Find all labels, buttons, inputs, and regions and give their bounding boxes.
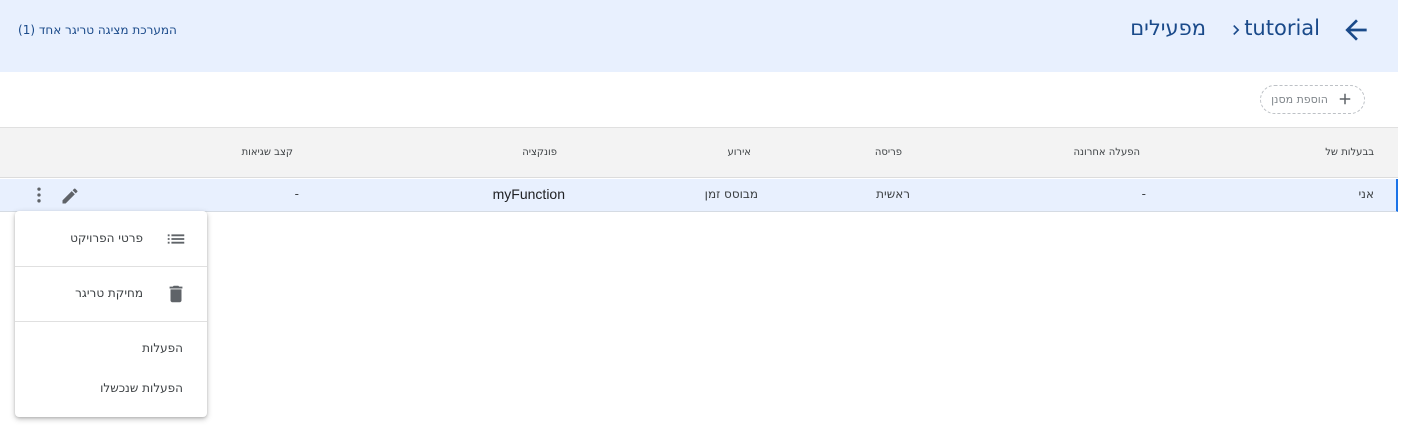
trash-icon [169, 285, 183, 303]
menu-item-label: הפעלות שנכשלו [100, 381, 183, 395]
add-filter-button[interactable]: הוספת מסנן [1260, 85, 1365, 114]
menu-item-label: מחיקת טריגר [75, 286, 143, 300]
trigger-count-status: המערכת מציגה טריגר אחד (1) [18, 23, 177, 37]
cell-error-rate: - [294, 187, 299, 201]
row-actions-menu: פרטי הפרויקט מחיקת טריגר הפעלות הפעלות ש… [15, 211, 207, 417]
menu-item-project-details[interactable]: פרטי הפרויקט [15, 219, 207, 259]
menu-item-label: פרטי הפרויקט [70, 231, 143, 245]
column-header-deployment[interactable]: פריסה [875, 147, 902, 158]
column-header-error-rate[interactable]: קצב שגיאות [242, 147, 293, 158]
table-header: בבעלות של הפעלה אחרונה פריסה אירוע פונקצ… [0, 127, 1398, 178]
menu-item-executions[interactable]: הפעלות [15, 329, 207, 369]
cell-event: מבוסס זמן [704, 187, 758, 201]
table-row[interactable]: אני - ראשית מבוסס זמן myFunction - [0, 179, 1398, 212]
header-bar: tutorial מפעילים המערכת מציגה טריגר אחד … [0, 0, 1398, 72]
menu-divider [15, 321, 207, 322]
chevron-right-icon [1233, 25, 1240, 35]
cell-last-run: - [1141, 187, 1146, 201]
menu-divider [15, 266, 207, 267]
pencil-icon[interactable] [60, 186, 80, 206]
menu-item-delete-trigger[interactable]: מחיקת טריגר [15, 274, 207, 314]
arrow-back-icon[interactable] [1340, 14, 1372, 46]
column-header-event[interactable]: אירוע [727, 147, 751, 158]
menu-item-label: הפעלות [142, 341, 183, 355]
plus-icon [1339, 93, 1351, 105]
cell-deployment: ראשית [876, 187, 910, 201]
add-filter-label: הוספת מסנן [1271, 93, 1328, 106]
column-header-owner[interactable]: בבעלות של [1325, 147, 1374, 158]
page-title: מפעילים [1130, 16, 1206, 40]
list-icon [167, 234, 185, 244]
column-header-last-run[interactable]: הפעלה אחרונה [1073, 147, 1140, 158]
column-header-function[interactable]: פונקציה [522, 147, 557, 158]
cell-owner: אני [1358, 187, 1374, 201]
more-vert-icon[interactable] [29, 185, 49, 205]
cell-function: myFunction [492, 186, 565, 202]
breadcrumb-project[interactable]: tutorial [1244, 16, 1320, 40]
menu-item-failed-executions[interactable]: הפעלות שנכשלו [15, 369, 207, 409]
